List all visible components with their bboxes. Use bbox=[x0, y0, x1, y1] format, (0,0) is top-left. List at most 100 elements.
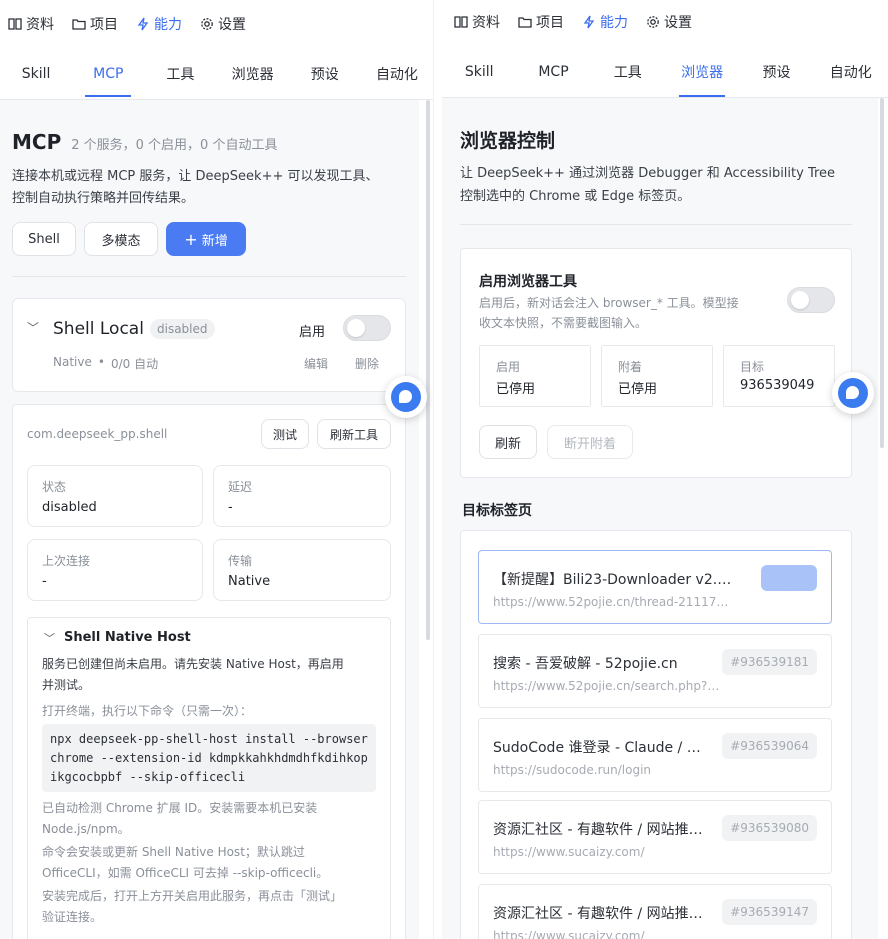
browser-description: 让 DeepSeek++ 通过浏览器 Debugger 和 Accessibil… bbox=[460, 162, 835, 208]
target-tab-row[interactable]: 搜索 - 吾爱破解 - 52pojie.cn https://www.52poj… bbox=[478, 634, 832, 708]
stat-status: 状态 disabled bbox=[27, 465, 203, 527]
browser-tool-title: 启用浏览器工具 bbox=[479, 274, 577, 290]
intro-line: 并测试。 bbox=[42, 678, 91, 692]
native-host-guide: ﹀ Shell Native Host 服务已创建但尚未启用。请先安装 Nati… bbox=[27, 617, 391, 939]
test-button[interactable]: 测试 bbox=[261, 419, 309, 449]
stat-value: 936539049 bbox=[740, 378, 815, 393]
page-title: 浏览器控制 bbox=[460, 130, 556, 152]
divider bbox=[460, 224, 852, 225]
nav-item-label: 项目 bbox=[90, 17, 118, 33]
assistant-float-button[interactable] bbox=[385, 376, 427, 418]
server-detail-card: com.deepseek_pp.shell 测试 刷新工具 状态 disable… bbox=[12, 404, 406, 939]
nav-item-projects[interactable]: 项目 bbox=[518, 12, 564, 32]
assistant-logo-icon bbox=[391, 382, 421, 412]
tab-mcp[interactable]: MCP bbox=[72, 66, 144, 82]
tab-url: https://www.sucaizy.com/ bbox=[493, 929, 645, 939]
book-icon bbox=[454, 16, 468, 28]
tab-mcp[interactable]: MCP bbox=[516, 64, 590, 80]
tab-id-badge: #936539147 bbox=[722, 899, 817, 925]
delete-button[interactable]: 删除 bbox=[355, 355, 379, 372]
stat-latency: 延迟 - bbox=[213, 465, 391, 527]
stat-label: 附着 bbox=[618, 360, 643, 374]
shell-preset-button[interactable]: Shell bbox=[12, 222, 76, 256]
auto-count: 0/0 自动 bbox=[110, 357, 159, 371]
chevron-down-icon[interactable]: ﹀ bbox=[44, 630, 55, 646]
server-card: ﹀ Shell Local disabled 启用 Native • 0/0 自… bbox=[12, 298, 406, 392]
intro-line: 服务已创建但尚未启用。请先安装 Native Host，再启用 bbox=[42, 657, 344, 671]
tab-id-badge: #936539181 bbox=[722, 649, 817, 675]
nav-item-label: 设置 bbox=[218, 17, 246, 33]
native-host-notes: 已自动检测 Chrome 扩展 ID。安装需要本机已安装 Node.js/npm… bbox=[42, 798, 382, 928]
tab-url: https://www.52pojie.cn/thread-2111752-1… bbox=[493, 595, 733, 609]
description-line: 控制自动执行策略并回传结果。 bbox=[12, 191, 195, 206]
mcp-content: MCP 2 个服务，0 个启用，0 个自动工具 连接本机或远程 MCP 服务，让… bbox=[0, 100, 419, 939]
nav-item-settings[interactable]: 设置 bbox=[200, 14, 246, 34]
assistant-float-button[interactable] bbox=[832, 372, 874, 414]
enable-label: 启用 bbox=[299, 325, 326, 340]
gear-icon bbox=[647, 16, 659, 28]
top-nav: 资料 项目 能力 设置 bbox=[442, 0, 888, 44]
target-tab-row[interactable]: SudoCode 谁登录 - Claude / … https://sudoco… bbox=[478, 718, 832, 792]
tab-presets[interactable]: 预设 bbox=[739, 62, 813, 82]
scrollbar[interactable] bbox=[880, 98, 884, 448]
nav-item-projects[interactable]: 项目 bbox=[72, 14, 118, 34]
plus-icon: + bbox=[184, 229, 198, 249]
chevron-down-icon[interactable]: ﹀ bbox=[27, 319, 39, 336]
multimodal-preset-button[interactable]: 多模态 bbox=[84, 222, 158, 256]
nav-item-profile[interactable]: 资料 bbox=[454, 12, 500, 32]
tab-skill[interactable]: Skill bbox=[442, 64, 516, 80]
nav-item-label: 资料 bbox=[472, 15, 500, 31]
nav-item-capabilities[interactable]: 能力 bbox=[582, 12, 628, 32]
target-tab-row[interactable]: 资源汇社区 - 有趣软件 / 网站推… https://www.sucaizy.… bbox=[478, 800, 832, 874]
desc-line: 收文本快照，不需要截图输入。 bbox=[479, 316, 648, 330]
divider bbox=[12, 276, 406, 277]
server-meta: Native • 0/0 自动 bbox=[53, 355, 158, 372]
tab-tools[interactable]: 工具 bbox=[144, 64, 216, 84]
nav-item-label: 项目 bbox=[536, 15, 564, 31]
assistant-logo-icon bbox=[838, 378, 868, 408]
description-line: 连接本机或远程 MCP 服务，让 DeepSeek++ 可以发现工具、 bbox=[12, 169, 379, 184]
stat-label: 传输 bbox=[228, 554, 253, 568]
edit-button[interactable]: 编辑 bbox=[304, 355, 328, 372]
stat-label: 目标 bbox=[740, 360, 765, 374]
tab-automation[interactable]: 自动化 bbox=[361, 64, 433, 84]
browser-tool-desc: 启用后，新对话会注入 browser_* 工具。模型接 收文本快照，不需要截图输… bbox=[479, 293, 739, 333]
note-line: 验证连接。 bbox=[42, 910, 103, 924]
add-server-button[interactable]: + 新增 bbox=[166, 222, 246, 256]
tab-url: https://sudocode.run/login bbox=[493, 763, 652, 777]
target-tab-row[interactable]: 【新提醒】Bili23-Downloader v2.1… https://www… bbox=[478, 550, 832, 624]
note-line: OfficeCLI，如需 OfficeCLI 可去掉 --skip-office… bbox=[42, 866, 329, 880]
nav-item-settings[interactable]: 设置 bbox=[646, 12, 692, 32]
scrollbar[interactable] bbox=[426, 100, 430, 640]
note-line: Node.js/npm。 bbox=[42, 822, 130, 836]
native-host-title: Shell Native Host bbox=[64, 630, 191, 645]
nav-item-profile[interactable]: 资料 bbox=[8, 14, 54, 34]
tab-title: 资源汇社区 - 有趣软件 / 网站推… bbox=[493, 822, 703, 838]
refresh-tools-button[interactable]: 刷新工具 bbox=[317, 419, 391, 449]
tab-skill[interactable]: Skill bbox=[0, 66, 72, 82]
nav-item-label: 能力 bbox=[600, 15, 628, 31]
lightning-icon bbox=[137, 17, 149, 31]
browser-content: 浏览器控制 让 DeepSeek++ 通过浏览器 Debugger 和 Acce… bbox=[442, 98, 878, 939]
tab-browser[interactable]: 浏览器 bbox=[665, 62, 739, 82]
tab-title: 资源汇社区 - 有趣软件 / 网站推… bbox=[493, 906, 703, 922]
tab-presets[interactable]: 预设 bbox=[289, 64, 361, 84]
nav-item-capabilities[interactable]: 能力 bbox=[136, 14, 182, 34]
tab-browser[interactable]: 浏览器 bbox=[217, 64, 289, 84]
target-tab-row[interactable]: 资源汇社区 - 有趣软件 / 网站推… https://www.sucaizy.… bbox=[478, 884, 832, 939]
stat-label: 启用 bbox=[496, 360, 521, 374]
tab-tools[interactable]: 工具 bbox=[591, 62, 665, 82]
tab-automation[interactable]: 自动化 bbox=[814, 62, 888, 82]
browser-tool-toggle[interactable] bbox=[787, 287, 835, 313]
refresh-button[interactable]: 刷新 bbox=[479, 425, 537, 459]
capability-tabs: Skill MCP 工具 浏览器 预设 自动化 bbox=[442, 46, 888, 98]
note-line: 命令会安装或更新 Shell Native Host；默认跳过 bbox=[42, 845, 305, 859]
install-command[interactable]: npx deepseek-pp-shell-host install --bro… bbox=[42, 724, 376, 792]
stat-value: Native bbox=[228, 574, 271, 589]
detach-button[interactable]: 断开附着 bbox=[547, 425, 633, 459]
server-enable-toggle[interactable] bbox=[343, 315, 391, 341]
target-tabs-title: 目标标签页 bbox=[462, 503, 532, 519]
server-name: Shell Local bbox=[53, 319, 144, 339]
add-button-label: 新增 bbox=[201, 233, 228, 249]
browser-tool-card: 启用浏览器工具 启用后，新对话会注入 browser_* 工具。模型接 收文本快… bbox=[460, 248, 852, 478]
